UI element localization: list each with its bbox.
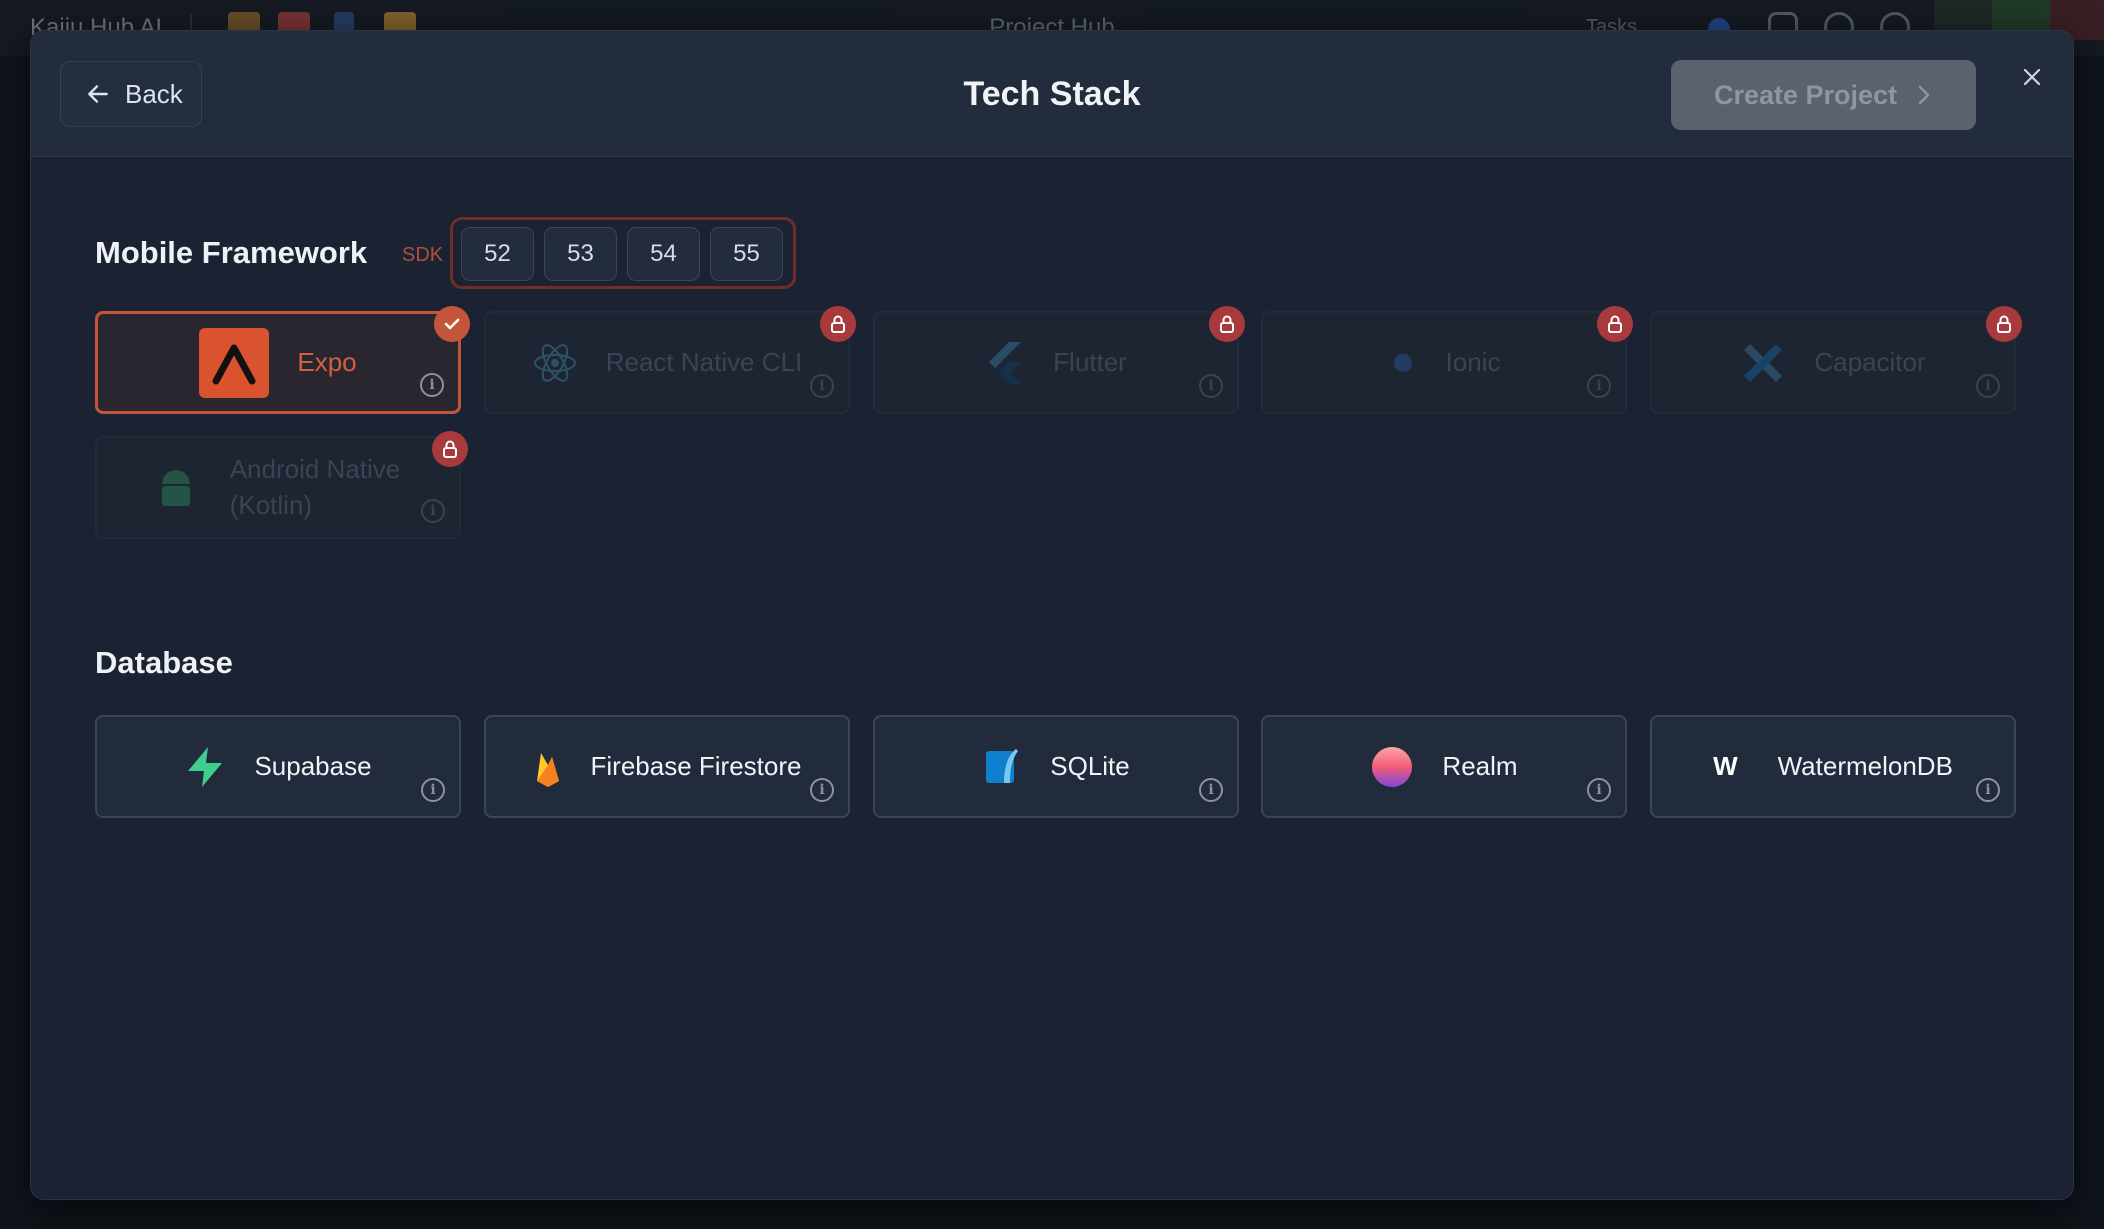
sdk-version-52[interactable]: 52 (461, 227, 534, 281)
info-icon[interactable]: i (1976, 778, 2000, 802)
framework-name: Expo (297, 347, 357, 377)
realm-icon (1372, 746, 1413, 787)
database-name: SQLite (1050, 751, 1130, 781)
database-name: Realm (1442, 751, 1518, 781)
sdk-label: SDK (402, 244, 444, 266)
lock-icon (831, 315, 845, 333)
info-icon[interactable]: i (810, 778, 834, 802)
chevron-right-icon (1918, 85, 1930, 105)
database-card-watermelondb[interactable]: W WatermelonDB i (1650, 715, 2016, 818)
sdk-version-selector: 52 53 54 55 (450, 217, 796, 289)
sqlite-icon (986, 748, 1019, 783)
lock-icon (1220, 315, 1234, 333)
lock-icon (443, 440, 457, 458)
framework-card-android-native[interactable]: Android Native (Kotlin) i (95, 436, 461, 539)
framework-name: Flutter (1053, 347, 1127, 377)
selected-check-badge (434, 306, 470, 342)
flutter-icon (989, 341, 1022, 384)
framework-card-ionic[interactable]: Ionic i (1261, 311, 1627, 414)
framework-card-expo[interactable]: Expo i (95, 311, 461, 414)
framework-card-react-native-cli[interactable]: React Native CLI i (484, 311, 850, 414)
framework-name: Capacitor (1814, 347, 1926, 377)
lock-icon (1997, 315, 2011, 333)
framework-name: Android Native (Kotlin) (230, 452, 401, 522)
database-card-realm[interactable]: Realm i (1261, 715, 1627, 818)
lock-badge (1209, 306, 1245, 342)
framework-name: React Native CLI (605, 347, 803, 377)
info-icon[interactable]: i (421, 778, 445, 802)
lock-badge (820, 306, 856, 342)
info-icon[interactable]: i (1199, 374, 1223, 398)
info-icon[interactable]: i (810, 374, 834, 398)
sdk-version-53[interactable]: 53 (544, 227, 617, 281)
capacitor-icon (1744, 343, 1783, 382)
framework-card-capacitor[interactable]: Capacitor i (1650, 311, 2016, 414)
mobile-framework-title: Mobile Framework (95, 235, 368, 270)
info-icon[interactable]: i (1976, 374, 2000, 398)
lock-badge (432, 431, 468, 467)
watermelondb-icon: W (1713, 751, 1738, 781)
database-name: Firebase Firestore (590, 751, 802, 781)
database-title: Database (95, 645, 233, 680)
database-name: Supabase (254, 751, 372, 781)
framework-name: Ionic (1445, 347, 1501, 377)
checkmark-icon (444, 318, 460, 330)
create-project-button[interactable]: Create Project (1671, 60, 1976, 130)
expo-icon (199, 327, 270, 398)
lock-badge (1986, 306, 2022, 342)
supabase-icon (188, 746, 223, 787)
database-card-supabase[interactable]: Supabase i (95, 715, 461, 818)
info-icon[interactable]: i (420, 373, 444, 397)
ionic-icon (1393, 353, 1412, 372)
lock-badge (1597, 306, 1633, 342)
framework-name-line2: (Kotlin) (229, 489, 313, 520)
close-icon (2023, 68, 2041, 86)
firebase-icon (536, 752, 559, 787)
close-modal-button[interactable] (2016, 61, 2048, 93)
database-name: WatermelonDB (1777, 751, 1953, 781)
sdk-version-55[interactable]: 55 (710, 227, 783, 281)
tech-stack-modal: Back Tech Stack Create Project Mobile Fr… (30, 30, 2074, 1200)
lock-icon (1608, 315, 1622, 333)
modal-header: Back Tech Stack Create Project (31, 31, 2073, 157)
info-icon[interactable]: i (1199, 778, 1223, 802)
info-icon[interactable]: i (1587, 374, 1611, 398)
react-icon (533, 343, 576, 382)
framework-card-flutter[interactable]: Flutter i (873, 311, 1239, 414)
database-card-firebase-firestore[interactable]: Firebase Firestore i (484, 715, 850, 818)
framework-name-line1: Android Native (229, 454, 401, 485)
android-icon (161, 469, 190, 506)
sdk-version-54[interactable]: 54 (627, 227, 700, 281)
info-icon[interactable]: i (421, 499, 445, 523)
create-project-label: Create Project (1713, 79, 1898, 110)
info-icon[interactable]: i (1587, 778, 1611, 802)
database-card-sqlite[interactable]: SQLite i (873, 715, 1239, 818)
